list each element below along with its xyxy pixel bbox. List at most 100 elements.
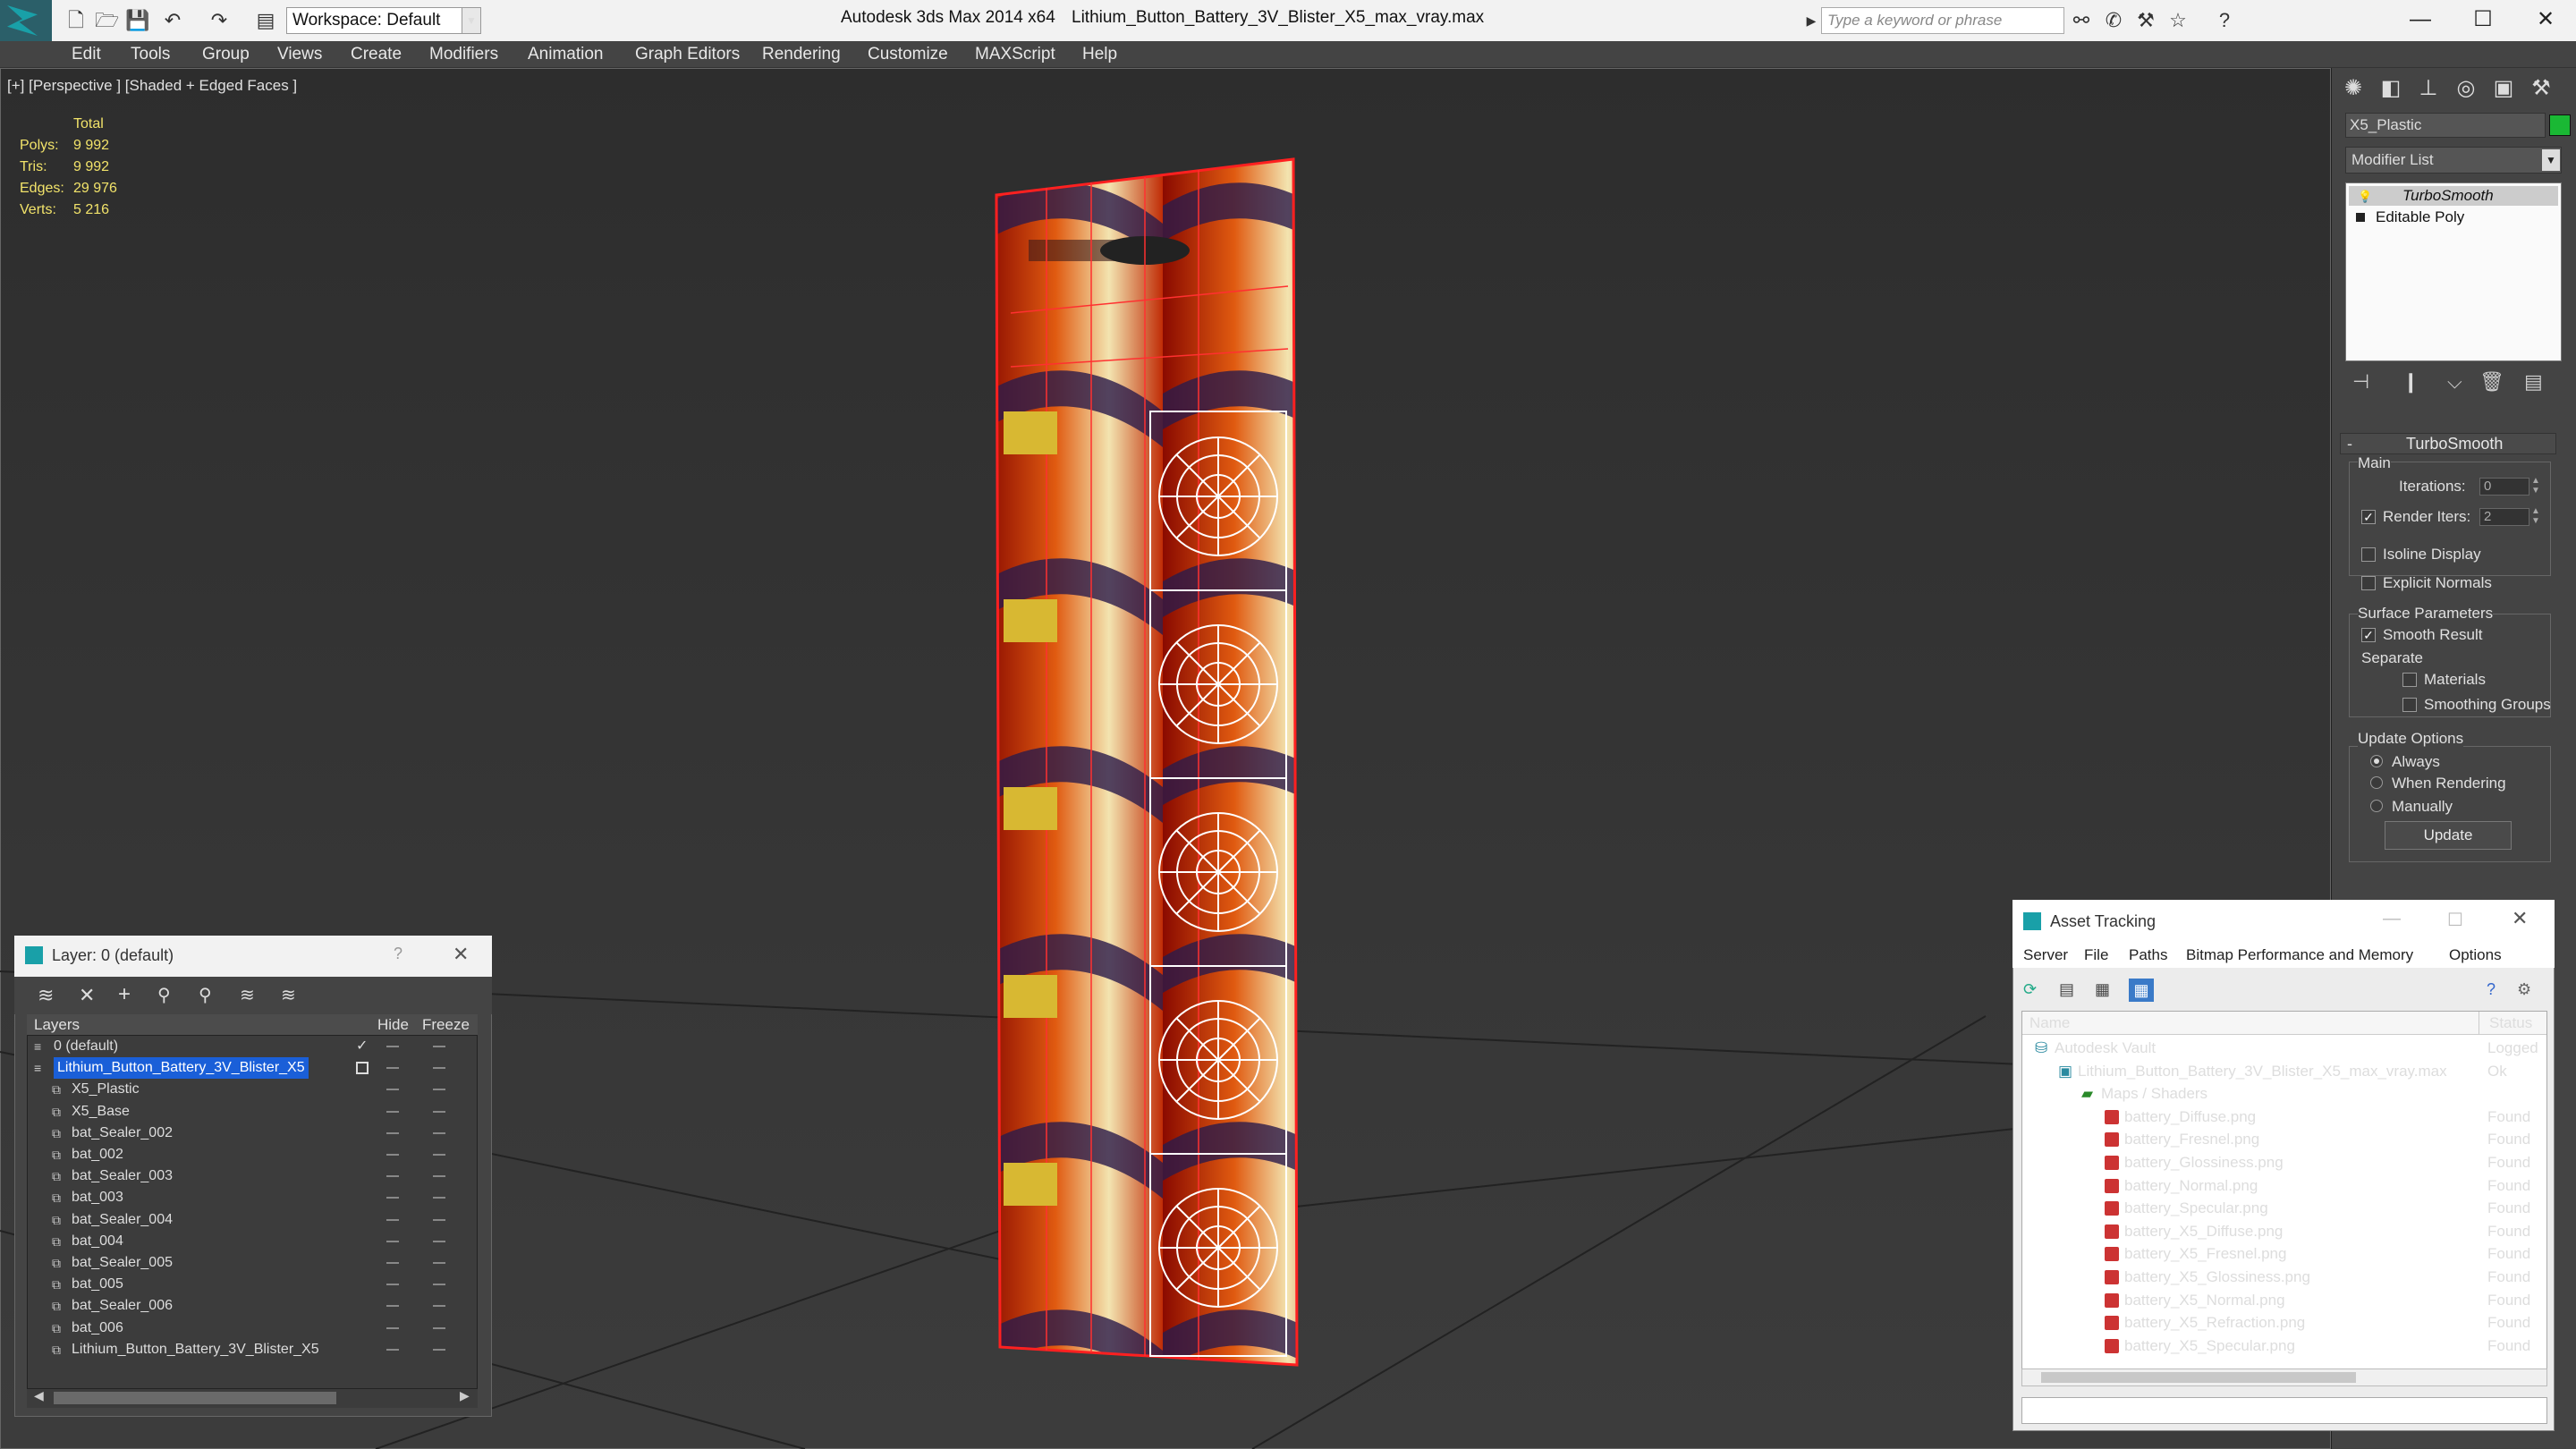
manually-radio[interactable] — [2370, 800, 2383, 812]
object-row[interactable]: ⧉ bat_006 — [29, 1318, 476, 1339]
menu-rendering[interactable]: Rendering — [762, 45, 841, 64]
object-row[interactable]: ⧉ bat_Sealer_002 — [29, 1123, 476, 1144]
asset-row[interactable]: ▰ Maps / Shaders — [2022, 1082, 2546, 1105]
app-logo-icon[interactable] — [0, 0, 52, 41]
highlight-layer-icon[interactable]: ⚲ — [199, 984, 212, 1006]
spinner-arrows-icon[interactable]: ▲ ▼ — [2531, 506, 2540, 526]
freeze-toggle[interactable] — [433, 1175, 445, 1178]
scrollbar-thumb[interactable] — [2041, 1372, 2356, 1383]
close-icon[interactable]: ✕ — [2528, 4, 2563, 36]
communication-center-icon[interactable]: ✆ — [2102, 9, 2125, 32]
lightbulb-icon[interactable]: 💡 — [2358, 190, 2372, 204]
layer-row[interactable]: ≡ Lithium_Button_Battery_3V_Blister_X5 — [29, 1057, 476, 1080]
freeze-toggle[interactable] — [433, 1110, 445, 1113]
help-icon[interactable]: ? — [394, 945, 402, 963]
close-icon[interactable]: ✕ — [2512, 907, 2528, 930]
spinner-arrows-icon[interactable]: ▲ ▼ — [2531, 476, 2540, 496]
asset-row[interactable]: battery_X5_Refraction.png Found — [2022, 1311, 2546, 1334]
hide-toggle[interactable] — [386, 1175, 399, 1178]
col-hide[interactable]: Hide — [377, 1016, 409, 1036]
hide-toggle[interactable] — [386, 1067, 399, 1070]
object-row[interactable]: ⧉ bat_Sealer_005 — [29, 1252, 476, 1274]
menu-maxscript[interactable]: MAXScript — [975, 45, 1055, 64]
col-name[interactable]: Name — [2029, 1014, 2070, 1032]
hierarchy-tab-icon[interactable]: ⊥ — [2413, 73, 2444, 104]
configure-sets-icon[interactable]: ▤ — [2524, 370, 2543, 394]
hide-toggle[interactable] — [386, 1240, 399, 1242]
hide-toggle[interactable] — [386, 1218, 399, 1221]
hide-toggle[interactable] — [386, 1131, 399, 1134]
favorites-star-icon[interactable]: ☆ — [2166, 9, 2190, 32]
asset-row[interactable]: battery_X5_Glossiness.png Found — [2022, 1266, 2546, 1288]
menu-modifiers[interactable]: Modifiers — [429, 45, 498, 64]
hide-toggle[interactable] — [386, 1197, 399, 1199]
list-view-icon[interactable]: ▤ — [2059, 980, 2074, 999]
asset-path-field[interactable] — [2021, 1397, 2547, 1424]
new-file-icon[interactable]: 🗋 — [64, 9, 88, 32]
current-layer-check-icon[interactable]: ✓ — [356, 1036, 368, 1057]
remove-modifier-icon[interactable]: 🗑 — [2479, 370, 2504, 394]
iterations-spinner[interactable]: 0 — [2479, 478, 2529, 496]
asset-row[interactable]: battery_X5_Diffuse.png Found — [2022, 1220, 2546, 1242]
menu-animation[interactable]: Animation — [528, 45, 604, 64]
freeze-toggle[interactable] — [433, 1046, 445, 1047]
always-radio[interactable] — [2370, 755, 2383, 767]
hide-toggle[interactable] — [386, 1348, 399, 1351]
col-status[interactable]: Status — [2489, 1014, 2532, 1032]
freeze-toggle[interactable] — [433, 1154, 445, 1156]
asset-row[interactable]: battery_Glossiness.png Found — [2022, 1151, 2546, 1174]
scroll-left-icon[interactable]: ◀ — [34, 1388, 44, 1403]
chevron-down-icon[interactable]: ▼ — [462, 7, 481, 34]
col-layers[interactable]: Layers — [34, 1016, 80, 1036]
hide-toggle[interactable] — [386, 1262, 399, 1264]
utilities-tab-icon[interactable]: ⚒ — [2526, 73, 2556, 104]
select-objects-icon[interactable]: ⚲ — [157, 984, 171, 1006]
hide-toggle[interactable] — [386, 1305, 399, 1308]
asset-row[interactable]: battery_X5_Normal.png Found — [2022, 1289, 2546, 1311]
stack-item-turbosmooth[interactable]: TurboSmooth — [2349, 186, 2558, 206]
maximize-icon[interactable]: ☐ — [2447, 909, 2463, 931]
asset-row[interactable]: battery_Fresnel.png Found — [2022, 1128, 2546, 1150]
table-view-icon[interactable]: ▦ — [2129, 979, 2154, 1002]
save-icon[interactable]: 💾 — [125, 9, 149, 32]
object-color-swatch[interactable] — [2549, 114, 2571, 136]
hide-toggle[interactable] — [386, 1154, 399, 1156]
freeze-toggle[interactable] — [433, 1262, 445, 1264]
expand-search-icon[interactable]: ▶ — [1800, 9, 1823, 32]
motion-tab-icon[interactable]: ◎ — [2451, 73, 2481, 104]
object-row[interactable]: ⧉ bat_Sealer_003 — [29, 1165, 476, 1187]
freeze-toggle[interactable] — [433, 1131, 445, 1134]
isoline-checkbox[interactable] — [2361, 547, 2376, 562]
hide-toggle[interactable] — [386, 1089, 399, 1091]
help-icon[interactable]: ? — [2487, 980, 2496, 999]
search-input[interactable]: Type a keyword or phrase — [1821, 7, 2064, 34]
hide-toggle[interactable] — [386, 1110, 399, 1113]
add-to-layer-icon[interactable]: + — [118, 982, 131, 1007]
menu-edit[interactable]: Edit — [72, 45, 101, 64]
freeze-toggle[interactable] — [433, 1240, 445, 1242]
menu-tools[interactable]: Tools — [131, 45, 170, 64]
when-rendering-radio[interactable] — [2370, 776, 2383, 789]
menu-views[interactable]: Views — [277, 45, 322, 64]
asset-row[interactable]: battery_X5_Fresnel.png Found — [2022, 1242, 2546, 1265]
viewport-label[interactable]: [+] [Perspective ] [Shaded + Edged Faces… — [7, 77, 297, 95]
hide-toggle[interactable] — [386, 1326, 399, 1329]
asset-menu-server[interactable]: Server — [2023, 946, 2068, 964]
object-row[interactable]: ⧉ bat_002 — [29, 1144, 476, 1165]
col-freeze[interactable]: Freeze — [422, 1016, 470, 1036]
menu-group[interactable]: Group — [202, 45, 250, 64]
asset-menu-file[interactable]: File — [2084, 946, 2108, 964]
object-row[interactable]: ⧉ X5_Base — [29, 1101, 476, 1123]
smooth-result-checkbox[interactable]: ✓ — [2361, 628, 2376, 642]
thumbnail-view-icon[interactable]: ▦ — [2095, 980, 2110, 999]
menu-graph-editors[interactable]: Graph Editors — [635, 45, 740, 64]
minimize-icon[interactable]: — — [2383, 909, 2401, 929]
materials-checkbox[interactable] — [2402, 673, 2417, 687]
asset-row[interactable]: battery_Diffuse.png Found — [2022, 1106, 2546, 1128]
settings-icon[interactable]: ⚙ — [2517, 980, 2531, 999]
freeze-toggle[interactable] — [433, 1089, 445, 1091]
freeze-toggle[interactable] — [433, 1305, 445, 1308]
asset-row[interactable]: battery_X5_Specular.png Found — [2022, 1335, 2546, 1357]
create-tab-icon[interactable]: ✺ — [2338, 73, 2368, 104]
asset-menu-paths[interactable]: Paths — [2129, 946, 2167, 964]
